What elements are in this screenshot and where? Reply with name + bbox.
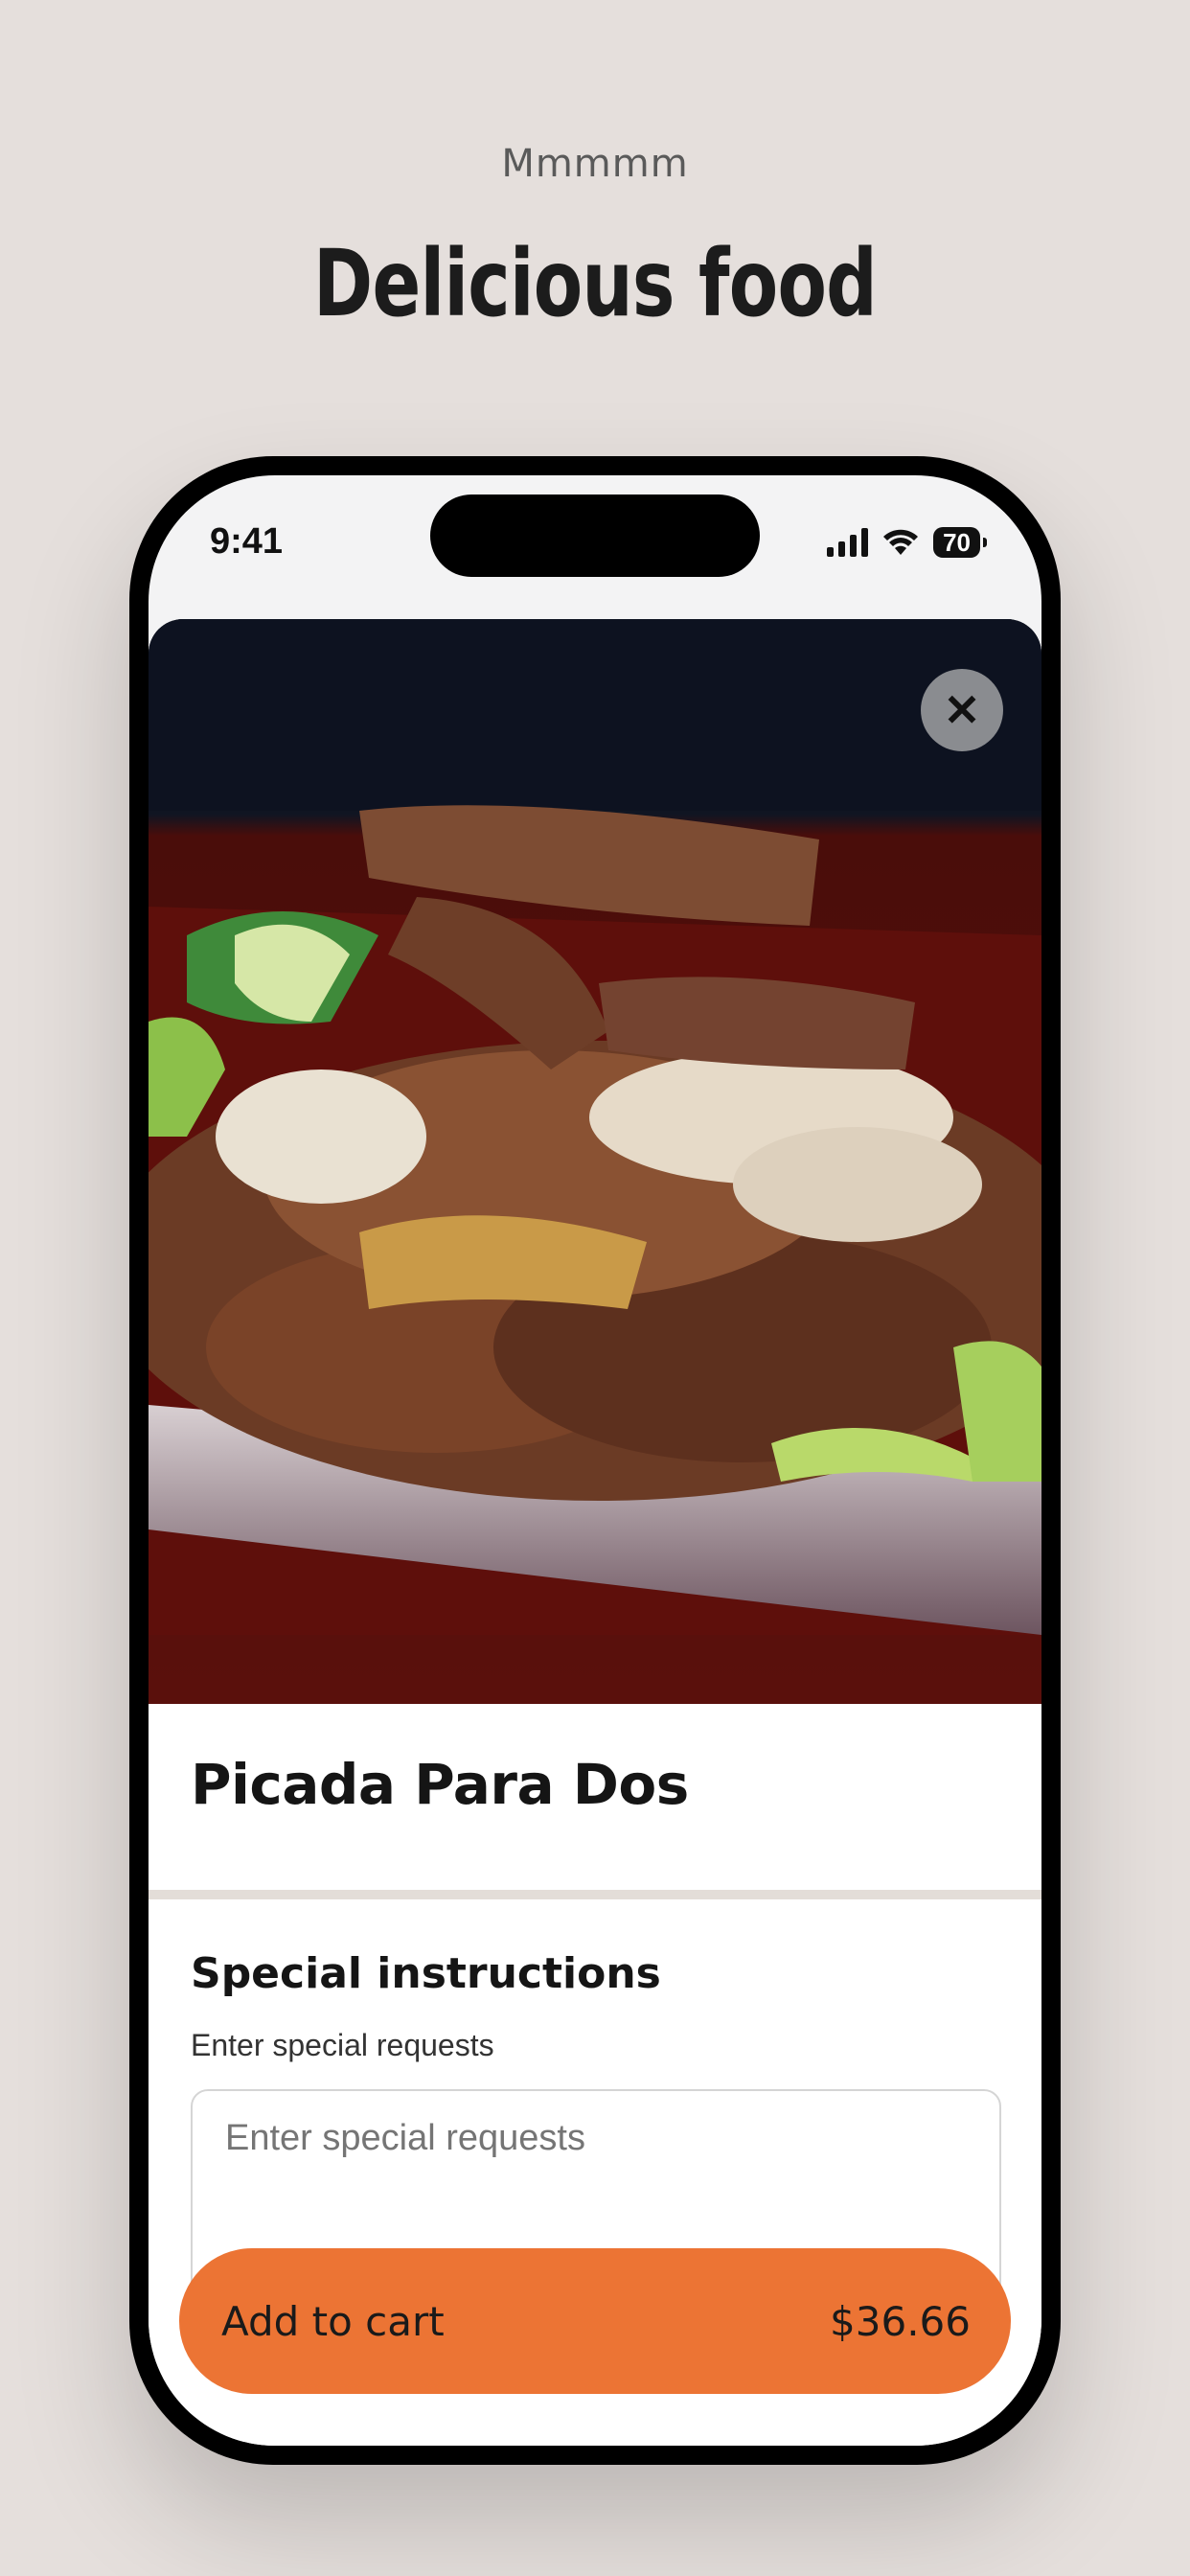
item-name: Picada Para Dos [191, 1752, 689, 1817]
item-sheet: ✕ Picada Para Dos Special instructions E… [149, 619, 1041, 2446]
battery-icon: 70 [933, 527, 987, 558]
section-divider [149, 1890, 1041, 1899]
food-photo [149, 619, 1041, 1704]
page-headline: Delicious food [313, 230, 878, 337]
status-icons: 70 [827, 527, 987, 558]
cart-price: $36.66 [830, 2297, 971, 2345]
close-icon: ✕ [943, 685, 981, 735]
signal-icon [827, 528, 869, 557]
add-to-cart-button[interactable]: Add to cart $36.66 [179, 2248, 1011, 2394]
dynamic-island [430, 494, 760, 577]
status-time: 9:41 [210, 521, 284, 562]
phone-screen: 9:41 70 ✕ Picada Para Dos Special instru… [149, 475, 1041, 2446]
close-button[interactable]: ✕ [921, 669, 1003, 751]
eyebrow-text: Mmmmm [501, 142, 689, 186]
special-instructions-title: Special instructions [191, 1949, 661, 1998]
add-to-cart-label: Add to cart [221, 2297, 445, 2345]
special-instructions-subtitle: Enter special requests [191, 2028, 494, 2062]
wifi-icon [883, 529, 919, 555]
